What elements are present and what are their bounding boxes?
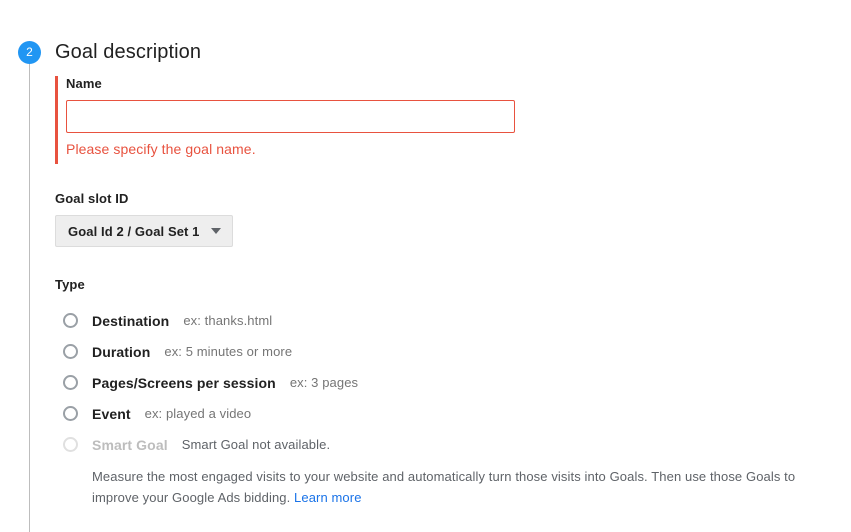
radio-icon-duration[interactable] (63, 344, 78, 359)
page-title: Goal description (55, 41, 202, 63)
radio-hint-smart-goal: Smart Goal not available. (181, 437, 331, 452)
radio-icon-event[interactable] (63, 406, 78, 421)
step-number-badge: 2 (18, 41, 41, 64)
name-field-group: Name Please specify the goal name. (55, 72, 845, 164)
name-field-label: Name (66, 76, 102, 91)
goal-slot-label: Goal slot ID (55, 191, 129, 206)
radio-icon-destination[interactable] (63, 313, 78, 328)
radio-row-smart-goal: Smart Goal Smart Goal not available. (55, 429, 845, 460)
radio-label-pages-screens-per-session: Pages/Screens per session (92, 374, 276, 391)
smart-goal-description-text: Measure the most engaged visits to your … (92, 469, 796, 505)
goal-description-form: Name Please specify the goal name. Goal … (55, 72, 845, 508)
type-label: Type (55, 277, 85, 292)
type-radio-list: Destination ex: thanks.html Duration ex:… (55, 305, 845, 508)
radio-label-destination: Destination (92, 312, 170, 329)
name-error-message: Please specify the goal name. (66, 141, 256, 157)
chevron-down-icon (210, 228, 221, 234)
smart-goal-description: Measure the most engaged visits to your … (92, 466, 837, 508)
radio-row-destination[interactable]: Destination ex: thanks.html (55, 305, 845, 336)
step-rail: 2 (0, 0, 56, 532)
radio-label-duration: Duration (92, 343, 151, 360)
goal-slot-selected-value: Goal Id 2 / Goal Set 1 (68, 223, 200, 239)
step-connector-line (29, 63, 30, 532)
radio-label-smart-goal: Smart Goal (92, 436, 168, 453)
goal-name-input[interactable] (66, 100, 515, 133)
radio-row-duration[interactable]: Duration ex: 5 minutes or more (55, 336, 845, 367)
radio-label-event: Event (92, 405, 131, 422)
learn-more-link[interactable]: Learn more (294, 490, 361, 505)
radio-hint-duration: ex: 5 minutes or more (164, 344, 293, 359)
goal-slot-dropdown[interactable]: Goal Id 2 / Goal Set 1 (55, 215, 233, 247)
type-group: Type Destination ex: thanks.html Duratio… (55, 277, 845, 508)
radio-icon-smart-goal (63, 437, 78, 452)
goal-slot-group: Goal slot ID Goal Id 2 / Goal Set 1 (55, 191, 845, 247)
radio-hint-event: ex: played a video (144, 406, 252, 421)
radio-row-event[interactable]: Event ex: played a video (55, 398, 845, 429)
radio-row-pages-screens-per-session[interactable]: Pages/Screens per session ex: 3 pages (55, 367, 845, 398)
radio-hint-destination: ex: thanks.html (183, 313, 273, 328)
radio-icon-pages-screens-per-session[interactable] (63, 375, 78, 390)
validation-accent-bar (55, 76, 58, 164)
radio-hint-pages-screens-per-session: ex: 3 pages (289, 375, 359, 390)
